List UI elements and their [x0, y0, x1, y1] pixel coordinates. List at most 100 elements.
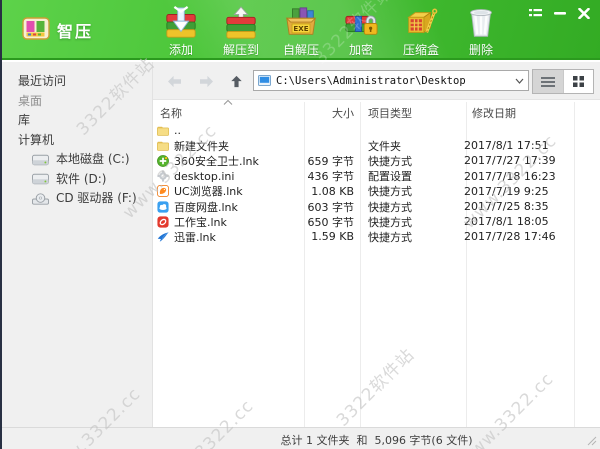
list-header: 名称 大小 项目类型 修改日期	[153, 100, 600, 121]
file-row[interactable]: desktop.ini 436 字节 配置设置 2017/7/18 16:23	[153, 169, 600, 184]
self-extract-icon: EXE	[285, 7, 317, 35]
trash-icon	[470, 9, 492, 37]
file-size: 603 字节	[307, 200, 355, 214]
file-name: ..	[174, 124, 181, 138]
file-row[interactable]: ..	[153, 123, 600, 138]
add-button[interactable]: 添加	[152, 1, 210, 59]
file-size: 650 字节	[307, 215, 355, 229]
file-row[interactable]: 360安全卫士.lnk 659 字节 快捷方式 2017/7/27 17:39	[153, 153, 600, 168]
status-bar: 总计 1 文件夹 和 5,096 字节(6 文件)	[2, 427, 600, 449]
window-controls	[527, 6, 592, 20]
forward-arrow-icon	[199, 75, 213, 87]
view-toggle-group	[532, 69, 594, 94]
chevron-down-icon[interactable]	[515, 78, 524, 84]
file-date: 2017/7/25 8:35	[464, 200, 549, 214]
file-type: 文件夹	[368, 139, 401, 153]
encrypt-button[interactable]: 加密	[332, 1, 390, 59]
up-button[interactable]	[225, 71, 247, 91]
delete-label: 删除	[468, 43, 493, 57]
file-type: 快捷方式	[368, 154, 412, 168]
sidebar-item-desktop[interactable]: 桌面	[2, 92, 152, 112]
exe-badge: EXE	[293, 24, 308, 33]
file-row[interactable]: 新建文件夹 文件夹 2017/8/1 17:51	[153, 138, 600, 153]
icon-view-button[interactable]	[563, 70, 593, 93]
address-bar[interactable]: C:\Users\Administrator\Desktop	[253, 70, 529, 91]
360-safe-icon	[157, 155, 169, 167]
sidebar-item-libraries[interactable]: 库	[2, 111, 152, 131]
gear-icon	[157, 170, 169, 182]
xunlei-icon	[157, 232, 169, 242]
file-size: 436 字节	[307, 170, 355, 184]
minimize-button[interactable]	[551, 6, 568, 20]
file-type: 快捷方式	[368, 185, 412, 199]
list-view-button[interactable]	[533, 70, 563, 93]
sidebar-item-drive-d[interactable]: 软件 (D:)	[2, 170, 152, 190]
file-name: desktop.ini	[174, 169, 235, 183]
sidebar-item-label: 本地磁盘 (C:)	[56, 152, 130, 166]
self-extract-label: 自解压	[282, 43, 319, 57]
file-name: 迅雷.lnk	[174, 230, 216, 244]
archive-box-button[interactable]: 压缩盒	[392, 1, 450, 59]
file-date: 2017/7/27 17:39	[464, 154, 556, 168]
resize-grip-icon[interactable]	[587, 436, 597, 446]
sort-ascending-icon	[223, 100, 233, 105]
file-size: 1.59 KB	[311, 230, 354, 244]
close-button[interactable]	[575, 6, 592, 20]
gongzuobao-icon	[157, 216, 169, 228]
file-row[interactable]: 工作宝.lnk 650 字节 快捷方式 2017/8/1 18:05	[153, 214, 600, 229]
file-row[interactable]: 百度网盘.lnk 603 字节 快捷方式 2017/7/25 8:35	[153, 199, 600, 214]
sidebar-item-drive-c[interactable]: 本地磁盘 (C:)	[2, 150, 152, 170]
back-arrow-icon	[167, 75, 181, 87]
file-name: 百度网盘.lnk	[174, 200, 238, 214]
file-name: UC浏览器.lnk	[174, 185, 243, 199]
up-arrow-icon	[230, 75, 242, 87]
icon-view-icon	[573, 76, 584, 87]
archive-box-label: 压缩盒	[402, 43, 439, 57]
file-name: 工作宝.lnk	[174, 215, 227, 229]
file-row[interactable]: UC浏览器.lnk 1.08 KB 快捷方式 2017/7/19 9:25	[153, 184, 600, 199]
app-title: 智压	[57, 22, 94, 41]
menu-button[interactable]	[527, 6, 544, 20]
file-date: 2017/8/1 18:05	[464, 215, 549, 229]
file-list: 名称 大小 项目类型 修改日期 .. 新建文件夹 文件夹 2017/8/1 17…	[153, 100, 600, 427]
file-date: 2017/7/18 16:23	[464, 169, 556, 183]
file-type: 快捷方式	[368, 200, 412, 214]
sidebar-item-recent[interactable]: 最近访问	[2, 72, 152, 92]
title-bar: 智压 添加 解压到 EXE 自解压 加密 压缩盒 删除	[2, 0, 600, 60]
back-button[interactable]	[163, 71, 185, 91]
file-size: 659 字节	[307, 154, 355, 168]
column-header-type[interactable]: 项目类型	[368, 105, 412, 121]
baidu-pan-icon	[157, 200, 169, 213]
file-row[interactable]: 迅雷.lnk 1.59 KB 快捷方式 2017/7/28 17:46	[153, 229, 600, 244]
toolbar: 添加 解压到 EXE 自解压 加密 压缩盒 删除	[152, 1, 510, 59]
self-extract-button[interactable]: EXE 自解压	[272, 1, 330, 59]
add-archive-icon	[166, 6, 196, 38]
desktop-location-icon	[258, 75, 271, 86]
add-label: 添加	[168, 43, 193, 57]
drive-icon	[32, 174, 49, 185]
app-window: 智压 添加 解压到 EXE 自解压 加密 压缩盒 删除 最近访问 桌面 库 计算…	[0, 0, 600, 449]
column-header-name[interactable]: 名称	[160, 105, 182, 121]
extract-to-button[interactable]: 解压到	[212, 1, 270, 59]
sidebar-item-label: CD 驱动器 (F:)	[56, 191, 137, 205]
status-text: 总计 1 文件夹 和 5,096 字节(6 文件)	[280, 434, 473, 447]
file-type: 快捷方式	[368, 215, 412, 229]
lock-icon	[345, 15, 378, 35]
file-date: 2017/8/1 17:51	[464, 139, 549, 153]
column-header-size[interactable]: 大小	[304, 105, 354, 121]
file-rows: .. 新建文件夹 文件夹 2017/8/1 17:51 360安全卫士.lnk …	[153, 123, 600, 245]
folder-icon	[157, 126, 169, 136]
forward-button[interactable]	[195, 71, 217, 91]
file-name: 360安全卫士.lnk	[174, 154, 259, 168]
sidebar-item-cd-drive-f[interactable]: CD 驱动器 (F:)	[2, 189, 152, 209]
file-type: 快捷方式	[368, 230, 412, 244]
sidebar-item-computer[interactable]: 计算机	[2, 131, 152, 151]
app-logo-icon	[22, 17, 50, 40]
delete-button[interactable]: 删除	[452, 1, 510, 59]
drive-icon	[32, 154, 49, 165]
list-view-icon	[541, 76, 555, 87]
encrypt-label: 加密	[348, 43, 373, 57]
uc-browser-icon	[157, 185, 169, 198]
column-header-date[interactable]: 修改日期	[472, 105, 516, 121]
file-size: 1.08 KB	[311, 184, 354, 198]
